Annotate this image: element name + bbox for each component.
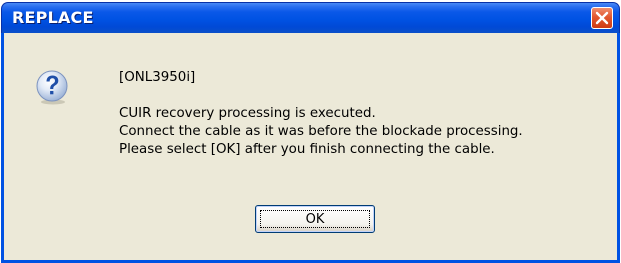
question-icon	[36, 70, 68, 105]
dialog-body: [ONL3950i] CUIR recovery processing is e…	[1, 33, 620, 263]
ok-button[interactable]: OK	[255, 205, 375, 233]
message-line-2: Connect the cable as it was before the b…	[119, 124, 523, 139]
dialog-window: REPLACE [ONL3950i] CUIR recovery process…	[1, 2, 620, 263]
message-text: [ONL3950i] CUIR recovery processing is e…	[119, 69, 523, 159]
focus-rectangle	[260, 210, 370, 228]
message-device: [ONL3950i]	[119, 70, 196, 85]
title-bar[interactable]: REPLACE	[1, 2, 620, 33]
message-line-1: CUIR recovery processing is executed.	[119, 106, 376, 121]
message-line-3: Please select [OK] after you finish conn…	[119, 142, 495, 157]
window-title: REPLACE	[12, 8, 94, 27]
close-icon	[595, 11, 609, 25]
close-button[interactable]	[591, 7, 613, 29]
